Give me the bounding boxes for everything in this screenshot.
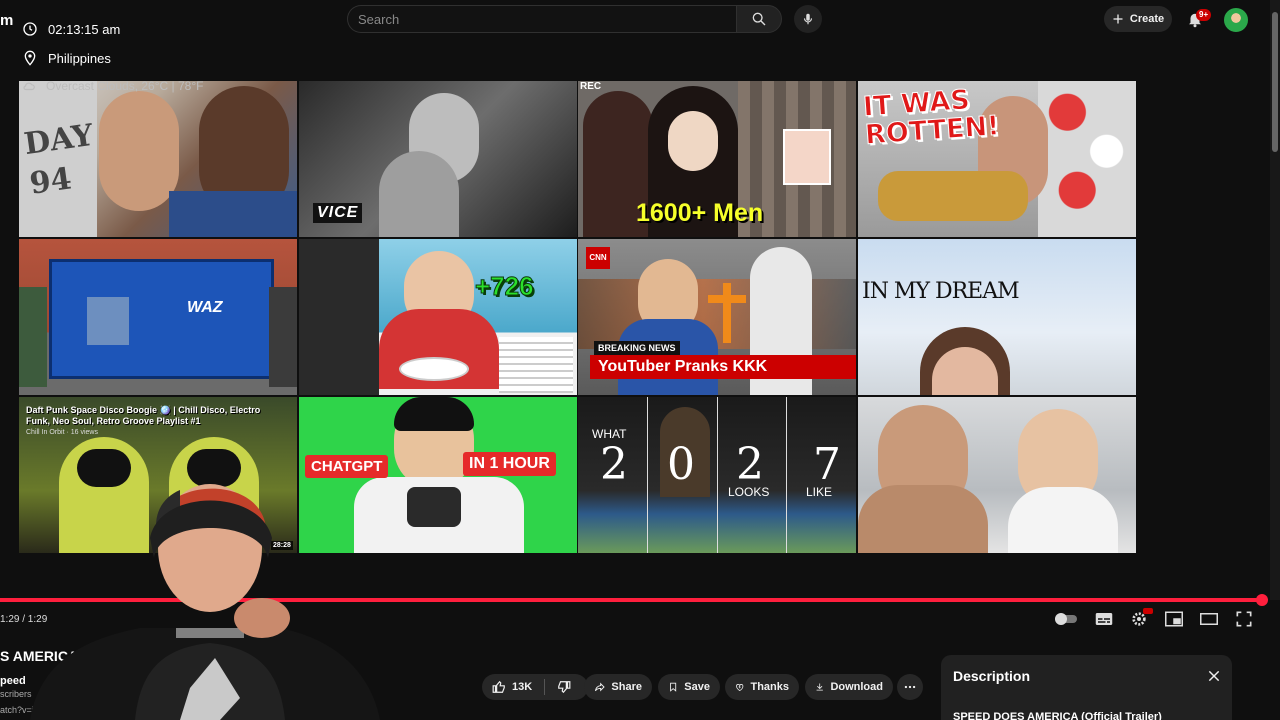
thumbnail-caption: +726 [475, 271, 535, 302]
like-divider [544, 679, 546, 695]
video-thumbnail[interactable]: IN MY DREAM [858, 239, 1136, 395]
thumbs-down-icon[interactable] [557, 680, 571, 694]
super-thanks-icon: $ [736, 684, 744, 692]
thumbnail-word: LIKE [806, 485, 833, 499]
subtitles-icon[interactable] [1095, 611, 1113, 627]
video-thumbnail[interactable]: DAY 94 [19, 81, 297, 237]
thumbnail-caption-secondary: IN 1 HOUR [463, 452, 556, 476]
description-panel: Description SPEED DOES AMERICA (Official… [941, 655, 1232, 720]
cnn-logo: CNN [586, 247, 610, 269]
save-label: Save [684, 681, 710, 693]
thumbnail-word: LOOKS [728, 485, 770, 499]
top-bar: m Create 9+ [0, 0, 1270, 40]
video-thumbnail[interactable]: CNN BREAKING NEWS YouTuber Pranks KKK [578, 239, 856, 395]
thumbs-up-icon[interactable] [492, 680, 506, 694]
youtube-logo[interactable]: m [0, 12, 13, 29]
channel-name[interactable]: peed [0, 675, 26, 687]
close-icon[interactable] [1207, 669, 1221, 683]
thumbnail-digit: 7 [813, 439, 841, 490]
search-button[interactable] [736, 5, 782, 33]
share-arrow-icon [594, 682, 605, 692]
share-label: Share [611, 681, 642, 693]
progress-scrubber-handle[interactable] [1256, 594, 1268, 606]
video-thumbnail[interactable]: +726 [299, 239, 577, 395]
thumbnail-caption: 1600+ Men [636, 199, 764, 227]
thumbnail-caption: VICE [313, 203, 363, 223]
weather-overlay: Overcast Clouds, 26°C | 78°F [22, 79, 203, 93]
autoplay-toggle-icon[interactable] [1054, 611, 1078, 627]
breaking-news-tag: BREAKING NEWS [594, 341, 680, 355]
location-pin-icon [24, 50, 36, 66]
description-title: Description [953, 668, 1031, 684]
video-url-fragment: atch?v=i [0, 705, 34, 715]
video-thumbnail[interactable]: IT WAS ROTTEN! [858, 81, 1136, 237]
video-thumbnail[interactable]: VICE [299, 81, 577, 237]
thumbnail-digit: 2 [600, 439, 628, 490]
bookmark-icon [670, 682, 677, 692]
thumbnail-caption: DAY 94 [22, 117, 96, 202]
account-avatar[interactable] [1224, 8, 1248, 32]
svg-text:$: $ [739, 685, 741, 689]
more-actions-button[interactable] [897, 674, 923, 700]
fullscreen-icon[interactable] [1235, 611, 1253, 627]
search-icon [752, 12, 766, 26]
thumbnail-caption: IT WAS ROTTEN! [862, 84, 1001, 151]
like-count[interactable]: 13K [512, 681, 532, 693]
weather-text: Overcast Clouds, 26°C | 78°F [46, 79, 204, 93]
hd-badge [1143, 608, 1153, 614]
description-text: SPEED DOES AMERICA (Official Trailer) [953, 711, 1162, 720]
thanks-button[interactable]: $ Thanks [725, 674, 799, 700]
cloud-icon [23, 82, 35, 91]
search-box[interactable] [347, 5, 737, 33]
thumbnail-digit: 2 [736, 439, 764, 490]
video-thumbnail[interactable] [858, 397, 1136, 553]
thanks-label: Thanks [750, 681, 789, 693]
clock-icon [23, 22, 37, 36]
share-button[interactable]: Share [584, 674, 652, 700]
create-button[interactable]: Create [1104, 6, 1172, 32]
thumbnail-digit: 0 [667, 439, 695, 490]
thumbnail-caption: IN MY DREAM [862, 279, 1020, 304]
download-label: Download [830, 681, 883, 693]
thumbnail-caption: WAZ [187, 299, 223, 316]
youtube-watch-page: m Create 9+ 02:13:15 am Philippines DAY … [0, 0, 1280, 720]
clock-overlay: 02:13:15 am [22, 21, 120, 37]
miniplayer-icon[interactable] [1165, 611, 1183, 627]
thumbnail-meta: Chill In Orbit · 16 views [26, 429, 98, 436]
like-dislike-button-group: 13K [482, 674, 588, 700]
scrollbar-thumb[interactable] [1272, 12, 1278, 152]
video-thumbnail[interactable]: REC 1600+ Men [578, 81, 856, 237]
download-icon [816, 683, 823, 691]
voice-search-button[interactable] [794, 5, 822, 33]
thumbnail-caption: Daft Punk Space Disco Boogie 🪩 | Chill D… [26, 405, 261, 426]
search-input[interactable] [348, 6, 737, 32]
rec-indicator: REC [580, 81, 602, 92]
theater-mode-icon[interactable] [1200, 611, 1218, 627]
microphone-icon [803, 13, 813, 25]
clock-time: 02:13:15 am [48, 21, 121, 37]
location-overlay: Philippines [22, 50, 111, 66]
more-horizontal-icon [904, 685, 916, 689]
create-label: Create [1129, 13, 1165, 25]
download-button[interactable]: Download [805, 674, 893, 700]
thumbnail-caption: YouTuber Pranks KKK [590, 355, 856, 379]
subscriber-count: scribers [0, 689, 32, 699]
save-button[interactable]: Save [658, 674, 720, 700]
plus-icon [1113, 14, 1123, 24]
location-text: Philippines [48, 50, 111, 66]
video-thumbnail[interactable]: WHAT 2 0 2 LOOKS 7 LIKE [578, 397, 856, 553]
video-thumbnail[interactable]: WAZ [19, 239, 297, 395]
streamer-webcam-overlay [30, 484, 380, 720]
notifications-badge: 9+ [1196, 9, 1212, 21]
